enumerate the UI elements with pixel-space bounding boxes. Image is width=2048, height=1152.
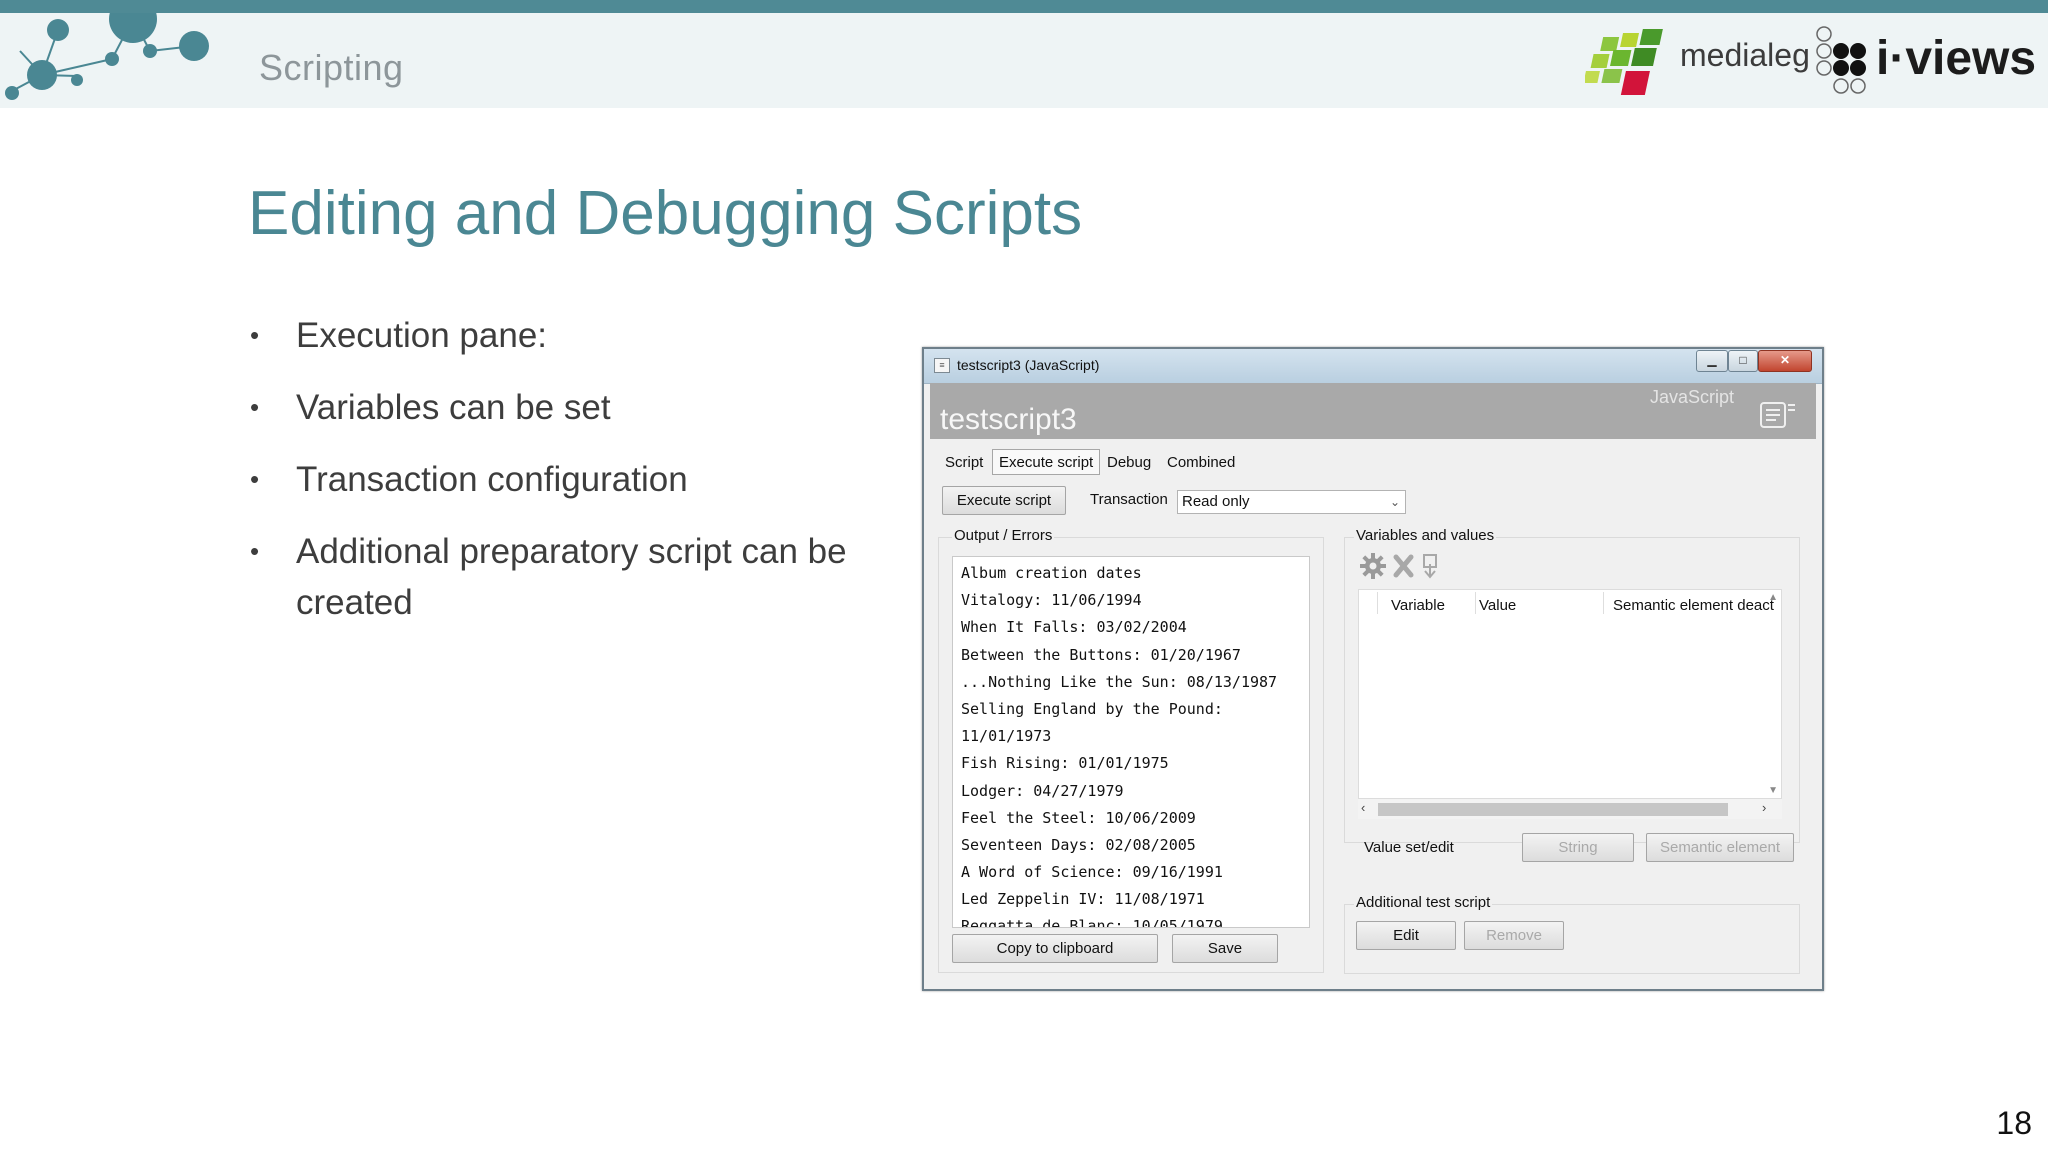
- window-app-icon: ≡: [934, 358, 950, 373]
- output-line: Lodger: 04/27/1979: [961, 781, 1124, 800]
- tab-script[interactable]: Script: [938, 449, 990, 475]
- iviews-dots-logo-icon: [1816, 26, 1866, 94]
- window-title: testscript3 (JavaScript): [957, 357, 1100, 373]
- bullet-dot: •: [250, 464, 260, 494]
- script-editor-window: ≡ testscript3 (JavaScript) ▁ □ ✕ JavaScr…: [922, 347, 1824, 991]
- bullet-list: • Execution pane: • Variables can be set •…: [248, 310, 868, 649]
- output-line: Reggatta de Blanc: 10/05/1979: [961, 917, 1223, 928]
- semantic-element-button[interactable]: Semantic element: [1646, 833, 1794, 862]
- output-line: When It Falls: 03/02/2004: [961, 618, 1187, 637]
- string-button[interactable]: String: [1522, 833, 1634, 862]
- scroll-down-arrow-icon[interactable]: ▼: [1768, 785, 1778, 796]
- tab-combined[interactable]: Combined: [1160, 449, 1242, 475]
- output-line: Seventeen Days: 02/08/2005: [961, 835, 1196, 854]
- output-lines: Album creation dates Vitalogy: 11/06/199…: [961, 560, 1301, 928]
- bullet-item: • Execution pane:: [248, 310, 868, 361]
- output-line: A Word of Science: 09/16/1991: [961, 863, 1223, 882]
- column-separator: [1377, 592, 1378, 614]
- transaction-label: Transaction: [1090, 491, 1168, 508]
- slide-header: Scripting medialeg i·views: [0, 13, 2048, 108]
- remove-button[interactable]: Remove: [1464, 921, 1564, 950]
- transaction-select-value: Read only: [1182, 493, 1250, 510]
- tab-debug[interactable]: Debug: [1100, 449, 1158, 475]
- output-line: Between the Buttons: 01/20/1967: [961, 645, 1241, 664]
- medialeg-logo-text: medialeg: [1680, 37, 1810, 73]
- bullet-item: • Transaction configuration: [248, 454, 868, 505]
- scrollbar-thumb[interactable]: [1378, 803, 1728, 816]
- scroll-up-arrow-icon[interactable]: ▲: [1768, 592, 1778, 603]
- bullet-text: Variables can be set: [296, 388, 611, 427]
- output-line: Fish Rising: 01/01/1975: [961, 754, 1169, 773]
- gear-icon[interactable]: [1360, 553, 1386, 579]
- variables-table[interactable]: Variable Value Semantic element deact ▲ …: [1358, 589, 1782, 799]
- bullet-item: • Additional preparatory script can be cr…: [248, 526, 868, 628]
- export-arrow-icon[interactable]: [1423, 554, 1437, 579]
- copy-to-clipboard-button[interactable]: Copy to clipboard: [952, 934, 1158, 963]
- bullet-item: • Variables can be set: [248, 382, 868, 433]
- output-line: Led Zeppelin IV: 11/08/1971: [961, 890, 1205, 909]
- variables-values-label: Variables and values: [1354, 527, 1497, 544]
- script-name: testscript3: [940, 403, 1077, 436]
- save-button[interactable]: Save: [1172, 934, 1278, 963]
- molecule-network-icon: [5, 13, 209, 100]
- variables-toolbar: [1360, 553, 1437, 579]
- bullet-dot: •: [250, 320, 260, 350]
- minimize-button[interactable]: ▁: [1696, 350, 1728, 372]
- section-title: Scripting: [259, 47, 404, 88]
- slide-title: Editing and Debugging Scripts: [248, 179, 1083, 248]
- chevron-down-icon: ⌄: [1389, 495, 1400, 509]
- page-number: 18: [1996, 1105, 2032, 1141]
- tab-execute-script[interactable]: Execute script: [992, 449, 1101, 475]
- script-language-label: JavaScript: [1649, 387, 1734, 407]
- column-separator: [1475, 592, 1476, 614]
- output-text-area[interactable]: Album creation dates Vitalogy: 11/06/199…: [952, 556, 1310, 928]
- iviews-logo-text: i·views: [1876, 32, 2037, 85]
- additional-test-script-label: Additional test script: [1354, 894, 1493, 911]
- transaction-select[interactable]: Read only ⌄: [1177, 490, 1406, 514]
- document-menu-icon[interactable]: [1760, 401, 1796, 429]
- bullet-text: Transaction configuration: [296, 460, 688, 499]
- script-header-panel: JavaScript testscript3: [930, 383, 1816, 439]
- maximize-button[interactable]: □: [1728, 350, 1758, 372]
- value-set-edit-label: Value set/edit: [1364, 839, 1454, 856]
- output-errors-label: Output / Errors: [952, 527, 1055, 544]
- column-header-semantic-element[interactable]: Semantic element deact: [1613, 597, 1774, 614]
- edit-button[interactable]: Edit: [1356, 921, 1456, 950]
- medialeg-logo-icon: [1585, 29, 1663, 95]
- bullet-dot: •: [250, 536, 260, 566]
- window-titlebar[interactable]: ≡ testscript3 (JavaScript) ▁ □ ✕: [924, 349, 1822, 384]
- output-line: Vitalogy: 11/06/1994: [961, 591, 1142, 610]
- output-line: 11/01/1973: [961, 727, 1052, 746]
- output-line: Album creation dates: [961, 564, 1142, 582]
- column-separator: [1603, 592, 1604, 614]
- column-header-value[interactable]: Value: [1479, 597, 1516, 614]
- output-line: Feel the Steel: 10/06/2009: [961, 808, 1196, 827]
- scroll-right-arrow-icon[interactable]: ›: [1762, 800, 1766, 815]
- column-header-variable[interactable]: Variable: [1391, 597, 1445, 614]
- scroll-left-arrow-icon[interactable]: ‹: [1361, 800, 1365, 815]
- bullet-text: Additional preparatory script can be cre…: [296, 532, 847, 622]
- top-accent-bar: [0, 0, 2048, 13]
- close-button[interactable]: ✕: [1758, 350, 1812, 372]
- delete-x-icon[interactable]: [1393, 554, 1414, 578]
- bullet-dot: •: [250, 392, 260, 422]
- variables-horizontal-scrollbar[interactable]: ‹ ›: [1358, 799, 1782, 819]
- execute-script-button[interactable]: Execute script: [942, 486, 1066, 515]
- bullet-text: Execution pane:: [296, 316, 548, 355]
- output-line: ...Nothing Like the Sun: 08/13/1987: [961, 672, 1278, 691]
- output-line: Selling England by the Pound:: [961, 699, 1223, 718]
